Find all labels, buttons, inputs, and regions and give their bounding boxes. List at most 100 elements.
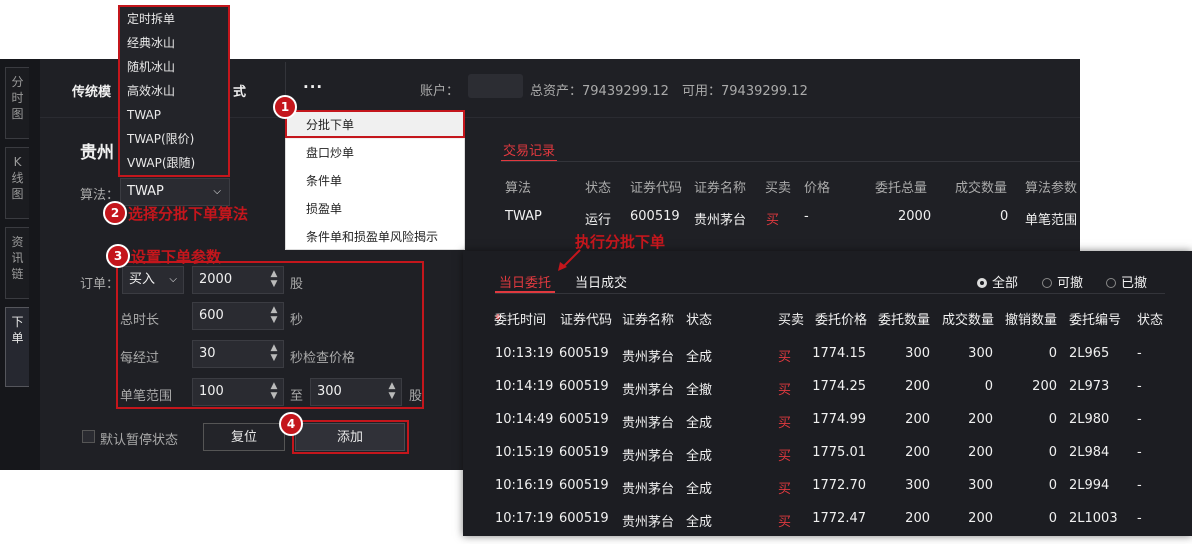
algo-option[interactable]: 经典冰山 <box>120 31 228 55</box>
algo-option[interactable]: 随机冰山 <box>120 55 228 79</box>
algo-option[interactable]: 高效冰山 <box>120 79 228 103</box>
table-row[interactable]: 10:16:19 600519 贵州茅台 全成 买 1772.70 300 300 0 2L994… <box>0 478 1192 510</box>
cell: - <box>1137 346 1142 361</box>
tab-today-orders[interactable]: 当日委托 <box>499 272 551 291</box>
filter-label: 可撤 <box>1057 276 1084 291</box>
filter-label: 已撤 <box>1121 276 1148 291</box>
annotation-batch-order-box <box>285 110 465 138</box>
step-badge-1: 1 <box>273 95 297 119</box>
table-row[interactable]: 10:15:19 600519 贵州茅台 全成 买 1775.01 200 200 0 2L984… <box>0 445 1192 477</box>
algo-option[interactable]: TWAP(限价) <box>120 127 228 151</box>
cell: 200 <box>905 445 930 460</box>
menu-item-scalp[interactable]: 盘口炒单 <box>286 139 464 167</box>
cell: 600519 <box>559 379 609 394</box>
cell: 300 <box>905 478 930 493</box>
cell: 贵州茅台 <box>694 213 747 228</box>
cell: 10:15:19 <box>495 445 554 460</box>
cell: 买 <box>778 416 792 431</box>
order-label: 订单： <box>80 277 120 292</box>
cell: - <box>1137 445 1142 460</box>
table-row[interactable]: 10:14:19 600519 贵州茅台 全撤 买 1774.25 200 0 200 2L973… <box>0 379 1192 411</box>
cell: 600519 <box>559 346 609 361</box>
total-assets: 总资产：79439299.12 <box>530 84 669 99</box>
column-header: 算法参数 <box>1025 181 1078 196</box>
cell: 贵州茅台 <box>622 416 675 431</box>
cell: 2L984 <box>1069 445 1110 460</box>
table-row[interactable]: 10:17:19 600519 贵州茅台 全成 买 1772.47 200 200 0 2L100… <box>0 511 1192 543</box>
cell: 600519 <box>630 209 680 224</box>
table-row[interactable]: 10:14:49 600519 贵州茅台 全成 买 1774.99 200 200 0 2L980… <box>0 412 1192 444</box>
cell: 全撤 <box>686 383 713 398</box>
cell: 600519 <box>559 478 609 493</box>
cell: 10:14:49 <box>495 412 554 427</box>
cell: 贵州茅台 <box>622 482 675 497</box>
cell: 2L973 <box>1069 379 1110 394</box>
tab-traditional-mode[interactable]: 传统模 <box>72 81 111 100</box>
cell: - <box>1137 379 1142 394</box>
column-header: 委托价格 <box>815 313 868 328</box>
cell: 买 <box>778 515 792 530</box>
column-header: 委托编号 <box>1069 313 1122 328</box>
tab-mode-suffix[interactable]: 式 <box>233 81 246 100</box>
cell: 0 <box>984 379 993 394</box>
column-header: 状态 <box>686 313 713 328</box>
column-header: 算法 <box>505 181 532 196</box>
cell: 贵州茅台 <box>622 515 675 530</box>
more-options-button[interactable]: ··· <box>303 78 323 96</box>
column-header: 买卖 <box>778 313 805 328</box>
cell: - <box>1137 511 1142 526</box>
algo-dropdown-menu: 定时拆单 经典冰山 随机冰山 高效冰山 TWAP TWAP(限价) VWAP(跟… <box>118 5 230 177</box>
account-masked <box>468 74 523 98</box>
annotation-execute: 执行分批下单 <box>575 233 666 251</box>
table-row[interactable]: 10:13:19 600519 贵州茅台 全成 买 1774.15 300 300 0 2L965… <box>0 346 1192 378</box>
cell: 600519 <box>559 511 609 526</box>
algo-option[interactable]: TWAP <box>120 103 228 127</box>
cell: 2L965 <box>1069 346 1110 361</box>
cell: 1774.99 <box>812 412 866 427</box>
cell: 200 <box>968 445 993 460</box>
cell: - <box>804 209 809 224</box>
annotation-set-params: 设置下单参数 <box>131 248 222 266</box>
cell: 1772.70 <box>812 478 866 493</box>
algo-option[interactable]: 定时拆单 <box>120 7 228 31</box>
cell: 10:16:19 <box>495 478 554 493</box>
cell: 买 <box>778 383 792 398</box>
radio-icon <box>977 278 987 288</box>
filter-cancelable[interactable]: 可撤 <box>1042 272 1083 291</box>
available-funds: 可用：79439299.12 <box>682 84 808 99</box>
cell: 300 <box>968 346 993 361</box>
vtab-label: 分时图 <box>11 75 24 121</box>
cell: 买 <box>778 350 792 365</box>
column-header: 委托总量 <box>875 181 928 196</box>
cell: 2000 <box>898 209 932 224</box>
column-header: 成交数量 <box>955 181 1008 196</box>
cell: 运行 <box>585 213 612 228</box>
cell: 0 <box>1048 511 1057 526</box>
trade-record-header: 算法 状态 证券代码 证券名称 买卖 价格 委托总量 成交数量 算法参数 <box>0 177 1192 209</box>
cell: 10:14:19 <box>495 379 554 394</box>
cell: 贵州茅台 <box>622 383 675 398</box>
column-header-time[interactable]: 委托时间 ♦ <box>494 309 546 328</box>
tab-trade-record[interactable]: 交易记录 <box>503 140 555 159</box>
vtab-timeshare[interactable]: 分时图 <box>5 67 29 139</box>
column-header: 委托数量 <box>878 313 931 328</box>
cell: 200 <box>905 379 930 394</box>
cell: 200 <box>1032 379 1057 394</box>
tab-today-trades[interactable]: 当日成交 <box>575 272 627 291</box>
algo-option[interactable]: VWAP(跟随) <box>120 151 228 175</box>
column-header: 状态 <box>585 181 612 196</box>
column-header: 委托时间 <box>494 313 547 328</box>
divider <box>495 293 1165 294</box>
filter-label: 全部 <box>992 276 1019 291</box>
cell: 1774.15 <box>812 346 866 361</box>
cell: TWAP <box>505 209 542 224</box>
vtab-label: 资讯链 <box>11 235 24 281</box>
column-header: 证券名称 <box>622 313 675 328</box>
cell: 200 <box>968 412 993 427</box>
filter-cancelled[interactable]: 已撤 <box>1106 272 1147 291</box>
cell: 贵州茅台 <box>622 449 675 464</box>
filter-all[interactable]: 全部 <box>977 272 1018 291</box>
cell: 600519 <box>559 445 609 460</box>
cell: 300 <box>968 478 993 493</box>
cell: 全成 <box>686 416 713 431</box>
